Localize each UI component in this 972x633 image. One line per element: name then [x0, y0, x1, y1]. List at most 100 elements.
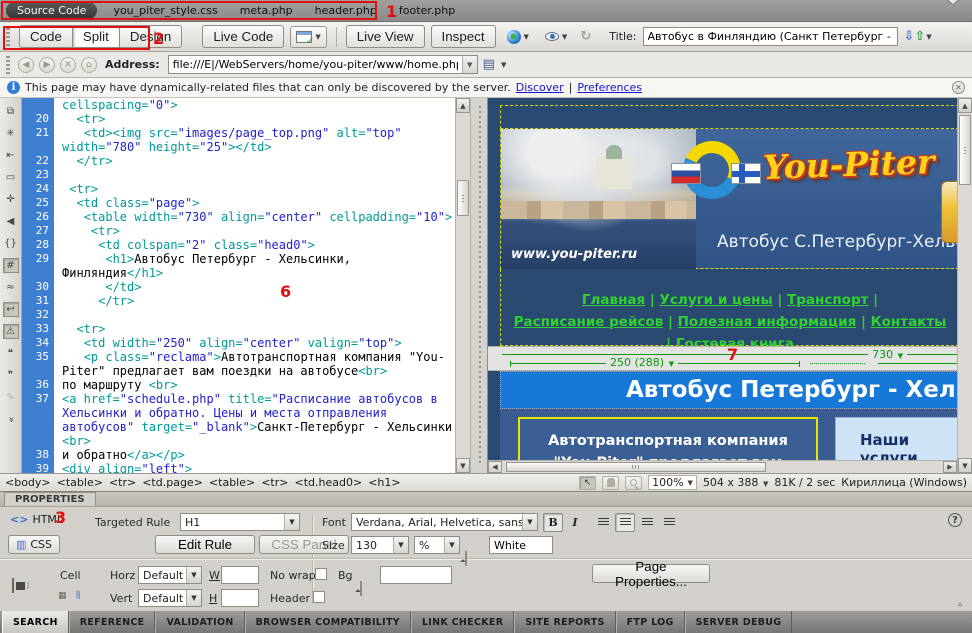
design-view[interactable]: You-Piter Автобус С.Петербург-Хельсинки …: [488, 98, 957, 473]
design-header-banner[interactable]: You-Piter Автобус С.Петербург-Хельсинки …: [500, 129, 957, 269]
scroll-right-icon[interactable]: ▶: [943, 461, 957, 473]
results-tab-link-checker[interactable]: LINK CHECKER: [411, 611, 514, 633]
design-horizontal-scrollbar[interactable]: ◀ ▶: [488, 460, 957, 473]
tag-selector-item[interactable]: <td.head0>: [295, 476, 363, 489]
merge-cells-icon[interactable]: ▦: [58, 591, 67, 601]
help-icon[interactable]: ?: [948, 513, 962, 527]
highlight-invalid-icon[interactable]: ≈: [3, 280, 19, 295]
design-view-button[interactable]: Design: [119, 25, 183, 48]
code-line[interactable]: 22 </tr>: [22, 154, 455, 168]
code-line[interactable]: 29 <h1>Автобус Петербург - Хельсинки, Фи…: [22, 252, 455, 280]
tag-selector-item[interactable]: <table>: [209, 476, 255, 489]
check-page-button[interactable]: ▼: [290, 26, 326, 48]
tag-selector-item[interactable]: <tr>: [261, 476, 288, 489]
services-box[interactable]: Наши услуги: [835, 417, 957, 460]
results-tab-browser-compatibility[interactable]: BROWSER COMPATIBILITY: [245, 611, 411, 633]
line-numbers-icon[interactable]: #: [3, 258, 19, 273]
results-tab-reference[interactable]: REFERENCE: [69, 611, 156, 633]
horz-select[interactable]: Default▼: [138, 566, 202, 584]
code-line[interactable]: 31 </tr>: [22, 294, 455, 308]
syntax-error-icon[interactable]: ⚠: [3, 324, 19, 339]
code-line[interactable]: 23: [22, 168, 455, 182]
collapse-full-tag-icon[interactable]: ⇤: [3, 148, 19, 163]
cell-width-input[interactable]: [221, 566, 259, 584]
refresh-icon[interactable]: ↻: [578, 29, 593, 44]
align-left-button[interactable]: [593, 513, 613, 532]
targeted-rule-select[interactable]: H1▼: [180, 513, 300, 531]
bg-color-swatch[interactable]: [360, 581, 362, 596]
collapse-panel-icon[interactable]: ▵: [958, 599, 962, 608]
code-line[interactable]: 28 <td colspan="2" class="head0">: [22, 238, 455, 252]
filter-related-files-icon[interactable]: [946, 4, 962, 18]
scroll-down-icon[interactable]: ▼: [958, 458, 972, 473]
size-select[interactable]: 130▼: [351, 536, 409, 554]
results-tab-search[interactable]: SEARCH: [2, 611, 69, 633]
preferences-link[interactable]: Preferences: [577, 81, 642, 94]
code-line[interactable]: 35 <p class="reclama">Автотранспортная к…: [22, 350, 455, 378]
related-file-tab[interactable]: header.php: [315, 4, 377, 17]
home-icon[interactable]: ⌂: [81, 57, 97, 73]
code-line[interactable]: cellspacing="0">: [22, 98, 455, 112]
scroll-up-icon[interactable]: ▲: [958, 98, 972, 113]
view-options-icon[interactable]: ▤: [483, 57, 495, 72]
related-file-tab[interactable]: you_piter_style.css: [113, 4, 217, 17]
scroll-down-icon[interactable]: ▼: [456, 458, 470, 473]
select-tool-icon[interactable]: ↖: [579, 476, 596, 490]
close-info-bar-icon[interactable]: ✕: [952, 81, 965, 94]
discover-link[interactable]: Discover: [516, 81, 564, 94]
related-file-tab[interactable]: footer.php: [399, 4, 455, 17]
tag-selector-item[interactable]: <body>: [5, 476, 51, 489]
tag-selector-item[interactable]: <tr>: [109, 476, 136, 489]
source-code-tab[interactable]: Source Code: [6, 2, 97, 19]
expand-all-icon[interactable]: ✛: [3, 192, 19, 207]
tag-selector-item[interactable]: <h1>: [368, 476, 400, 489]
design-vertical-scrollbar[interactable]: ▲ ▼: [957, 98, 972, 473]
properties-tab[interactable]: PROPERTIES: [4, 492, 96, 506]
design-nav-link[interactable]: Транспорт: [787, 292, 868, 308]
file-management-button[interactable]: ⇩⇧▼: [904, 29, 932, 44]
preview-in-browser-button[interactable]: ▼: [502, 26, 534, 48]
hand-tool-icon[interactable]: [602, 476, 619, 490]
code-line[interactable]: 39<div align="left">: [22, 462, 455, 473]
html-mode-button[interactable]: <> HTML: [10, 513, 63, 526]
page-properties-button[interactable]: Page Properties...: [592, 564, 710, 583]
code-navigator-icon[interactable]: ✳: [3, 126, 19, 141]
code-line[interactable]: 26 <table width="730" align="center" cel…: [22, 210, 455, 224]
results-tab-server-debug[interactable]: SERVER DEBUG: [685, 611, 793, 633]
design-content-area[interactable]: Автотранспортная компания "You-Piter" пр…: [500, 409, 957, 460]
code-line[interactable]: 21 <td><img src="images/page_top.png" al…: [22, 126, 455, 154]
live-code-button[interactable]: Live Code: [202, 25, 284, 48]
table-width-bar[interactable]: 730 ▼ 250 (288) ▼: [488, 346, 957, 371]
vert-select[interactable]: Default▼: [138, 589, 202, 607]
design-nav-link[interactable]: Расписание рейсов: [514, 314, 664, 330]
collapse-selection-icon[interactable]: ▭: [3, 170, 19, 185]
italic-button[interactable]: I: [565, 513, 585, 532]
select-parent-tag-icon[interactable]: ◀: [3, 214, 19, 229]
design-empty-row[interactable]: [500, 105, 957, 129]
results-tab-site-reports[interactable]: SITE REPORTS: [514, 611, 615, 633]
text-color-swatch[interactable]: [465, 551, 467, 566]
design-h1-banner[interactable]: Автобус Петербург - Хельсин: [500, 371, 957, 409]
zoom-tool-icon[interactable]: [625, 476, 642, 490]
results-tab-ftp-log[interactable]: FTP LOG: [616, 611, 685, 633]
remove-comment-icon[interactable]: ❞: [3, 368, 19, 383]
back-icon[interactable]: ◀: [18, 57, 34, 73]
inspect-button[interactable]: Inspect: [431, 25, 496, 48]
code-line[interactable]: 30 </td>: [22, 280, 455, 294]
bold-button[interactable]: B: [543, 513, 563, 532]
stop-icon[interactable]: ✕: [60, 57, 76, 73]
code-line[interactable]: 24 <tr>: [22, 182, 455, 196]
css-mode-button[interactable]: ▥ CSS: [8, 535, 60, 554]
related-file-tab[interactable]: meta.php: [240, 4, 293, 17]
size-unit-select[interactable]: %▼: [414, 536, 460, 554]
pane-splitter[interactable]: [470, 98, 488, 473]
live-view-button[interactable]: Live View: [346, 25, 425, 48]
design-nav-link[interactable]: Контакты: [871, 314, 947, 330]
code-line[interactable]: 37<a href="schedule.php" title="Расписан…: [22, 392, 455, 448]
align-right-button[interactable]: [637, 513, 657, 532]
table-width-outer-label[interactable]: 730 ▼: [868, 348, 907, 361]
code-line[interactable]: 27 <tr>: [22, 224, 455, 238]
code-line[interactable]: 34 <td width="250" align="center" valign…: [22, 336, 455, 350]
open-documents-icon[interactable]: ⧉: [3, 104, 19, 119]
balance-braces-icon[interactable]: {}: [3, 236, 19, 251]
